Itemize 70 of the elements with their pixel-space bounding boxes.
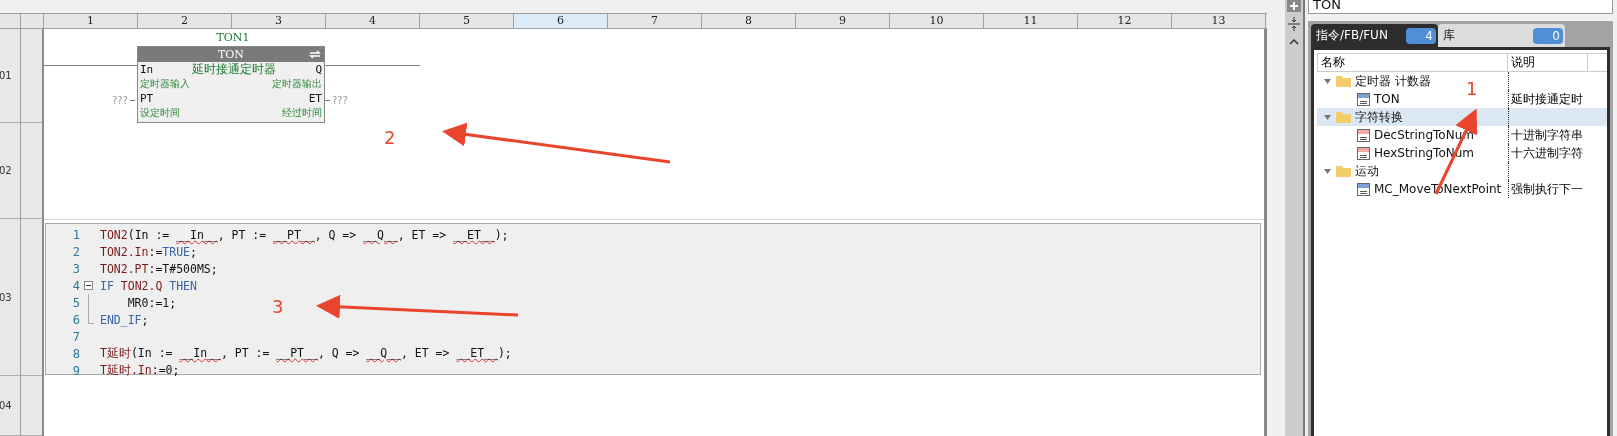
item-label: 定时器 计数器 bbox=[1355, 72, 1431, 90]
column-header[interactable]: 名称 bbox=[1318, 54, 1508, 71]
folder-icon bbox=[1336, 75, 1351, 87]
add-icon[interactable] bbox=[1287, 0, 1301, 12]
pin-name: Q bbox=[315, 62, 322, 76]
scroll-up-icon[interactable] bbox=[1289, 38, 1299, 45]
line-number: 8 bbox=[71, 346, 80, 361]
folder-icon bbox=[1336, 111, 1351, 123]
expand-arrow-icon[interactable] bbox=[1323, 166, 1332, 176]
count-badge: 0 bbox=[1533, 27, 1563, 44]
code-line: MR0:=1; bbox=[126, 295, 177, 310]
code-line: TON2.PT:=T#500MS; bbox=[100, 261, 218, 276]
instance-name: TON1 bbox=[215, 31, 251, 44]
code-line: END_IF; bbox=[100, 312, 149, 327]
tab[interactable]: 库 0 bbox=[1438, 24, 1565, 47]
pin-description: 经过时间 bbox=[282, 105, 322, 120]
line-number: 6 bbox=[71, 312, 80, 327]
selected-row-highlight[interactable]: 字符转换 bbox=[1317, 108, 1607, 126]
row-number: 01 bbox=[0, 70, 12, 81]
function-block[interactable]: TON In 延时接通定时器 Q 定时器输入 定时器输出 PT ET 设定时间 经过时间 bbox=[137, 46, 325, 123]
expand-arrow-icon[interactable] bbox=[1323, 76, 1332, 86]
line-number: 1 bbox=[71, 227, 80, 242]
pin-description: 定时器输出 bbox=[272, 76, 322, 91]
item-description: 延时接通定时 bbox=[1511, 92, 1583, 106]
code-line: T延时.In:=0; bbox=[100, 363, 180, 378]
annotation-number: 2 bbox=[384, 127, 396, 148]
expand-arrow-icon[interactable] bbox=[1323, 112, 1332, 122]
line-number: 9 bbox=[71, 363, 80, 378]
code-line: T延时(In := __In__, PT := __PT__, Q => __Q__, ET => __ET__); bbox=[100, 346, 512, 361]
annotation-number: 3 bbox=[272, 296, 284, 317]
tree-item[interactable]: TON bbox=[1357, 90, 1400, 108]
line-number: 5 bbox=[71, 295, 80, 310]
block-title: 延时接通定时器 bbox=[192, 60, 277, 78]
pin-name: In bbox=[140, 62, 154, 76]
line-number: 4 bbox=[71, 278, 80, 293]
pin-name: PT bbox=[140, 91, 154, 105]
code-line: IF TON2.Q THEN bbox=[100, 278, 197, 293]
item-label: 字符转换 bbox=[1355, 108, 1403, 126]
tree-item[interactable]: 运动 bbox=[1323, 162, 1379, 180]
line-number: 2 bbox=[71, 244, 80, 259]
item-label: TON bbox=[1374, 92, 1400, 106]
fold-toggle-icon[interactable] bbox=[84, 281, 93, 290]
row-number: 02 bbox=[0, 165, 12, 176]
tab[interactable]: 指令/FB/FUN 4 bbox=[1311, 24, 1438, 47]
line-number: 3 bbox=[71, 261, 80, 276]
tab-label: 指令/FB/FUN bbox=[1316, 27, 1388, 44]
count-badge: 4 bbox=[1406, 27, 1436, 44]
row-number: 04 bbox=[0, 400, 12, 411]
column-header[interactable]: 6 bbox=[514, 14, 608, 28]
column-header[interactable]: 说明 bbox=[1508, 54, 1588, 71]
item-description: 强制执行下一 bbox=[1511, 182, 1583, 196]
pin-name: ET bbox=[308, 91, 322, 105]
tree-item[interactable]: 字符转换 bbox=[1323, 108, 1403, 126]
block-type: TON bbox=[218, 48, 244, 61]
item-description: 十六进制字符 bbox=[1511, 146, 1583, 160]
folder-icon bbox=[1336, 165, 1351, 177]
line-number: 7 bbox=[71, 329, 80, 344]
code-line: TON2.In:=TRUE; bbox=[100, 244, 197, 259]
row-number: 03 bbox=[0, 291, 12, 303]
splitter-icon[interactable] bbox=[1287, 16, 1301, 32]
pin-description: 定时器输入 bbox=[140, 76, 190, 91]
tab-label: 库 bbox=[1443, 27, 1455, 44]
item-description: 十进制字符串 bbox=[1511, 128, 1583, 142]
code-line: TON2(In := __In__, PT := __PT__, Q => __Q__, ET => __ET__); bbox=[100, 227, 509, 242]
refresh-icon[interactable] bbox=[309, 49, 321, 60]
search-field[interactable]: TON bbox=[1308, 0, 1613, 14]
tree-item[interactable]: 定时器 计数器 bbox=[1323, 72, 1431, 90]
item-label: 运动 bbox=[1355, 162, 1379, 180]
pin-description: 设定时间 bbox=[140, 105, 180, 120]
annotation-number: 1 bbox=[1466, 78, 1478, 99]
